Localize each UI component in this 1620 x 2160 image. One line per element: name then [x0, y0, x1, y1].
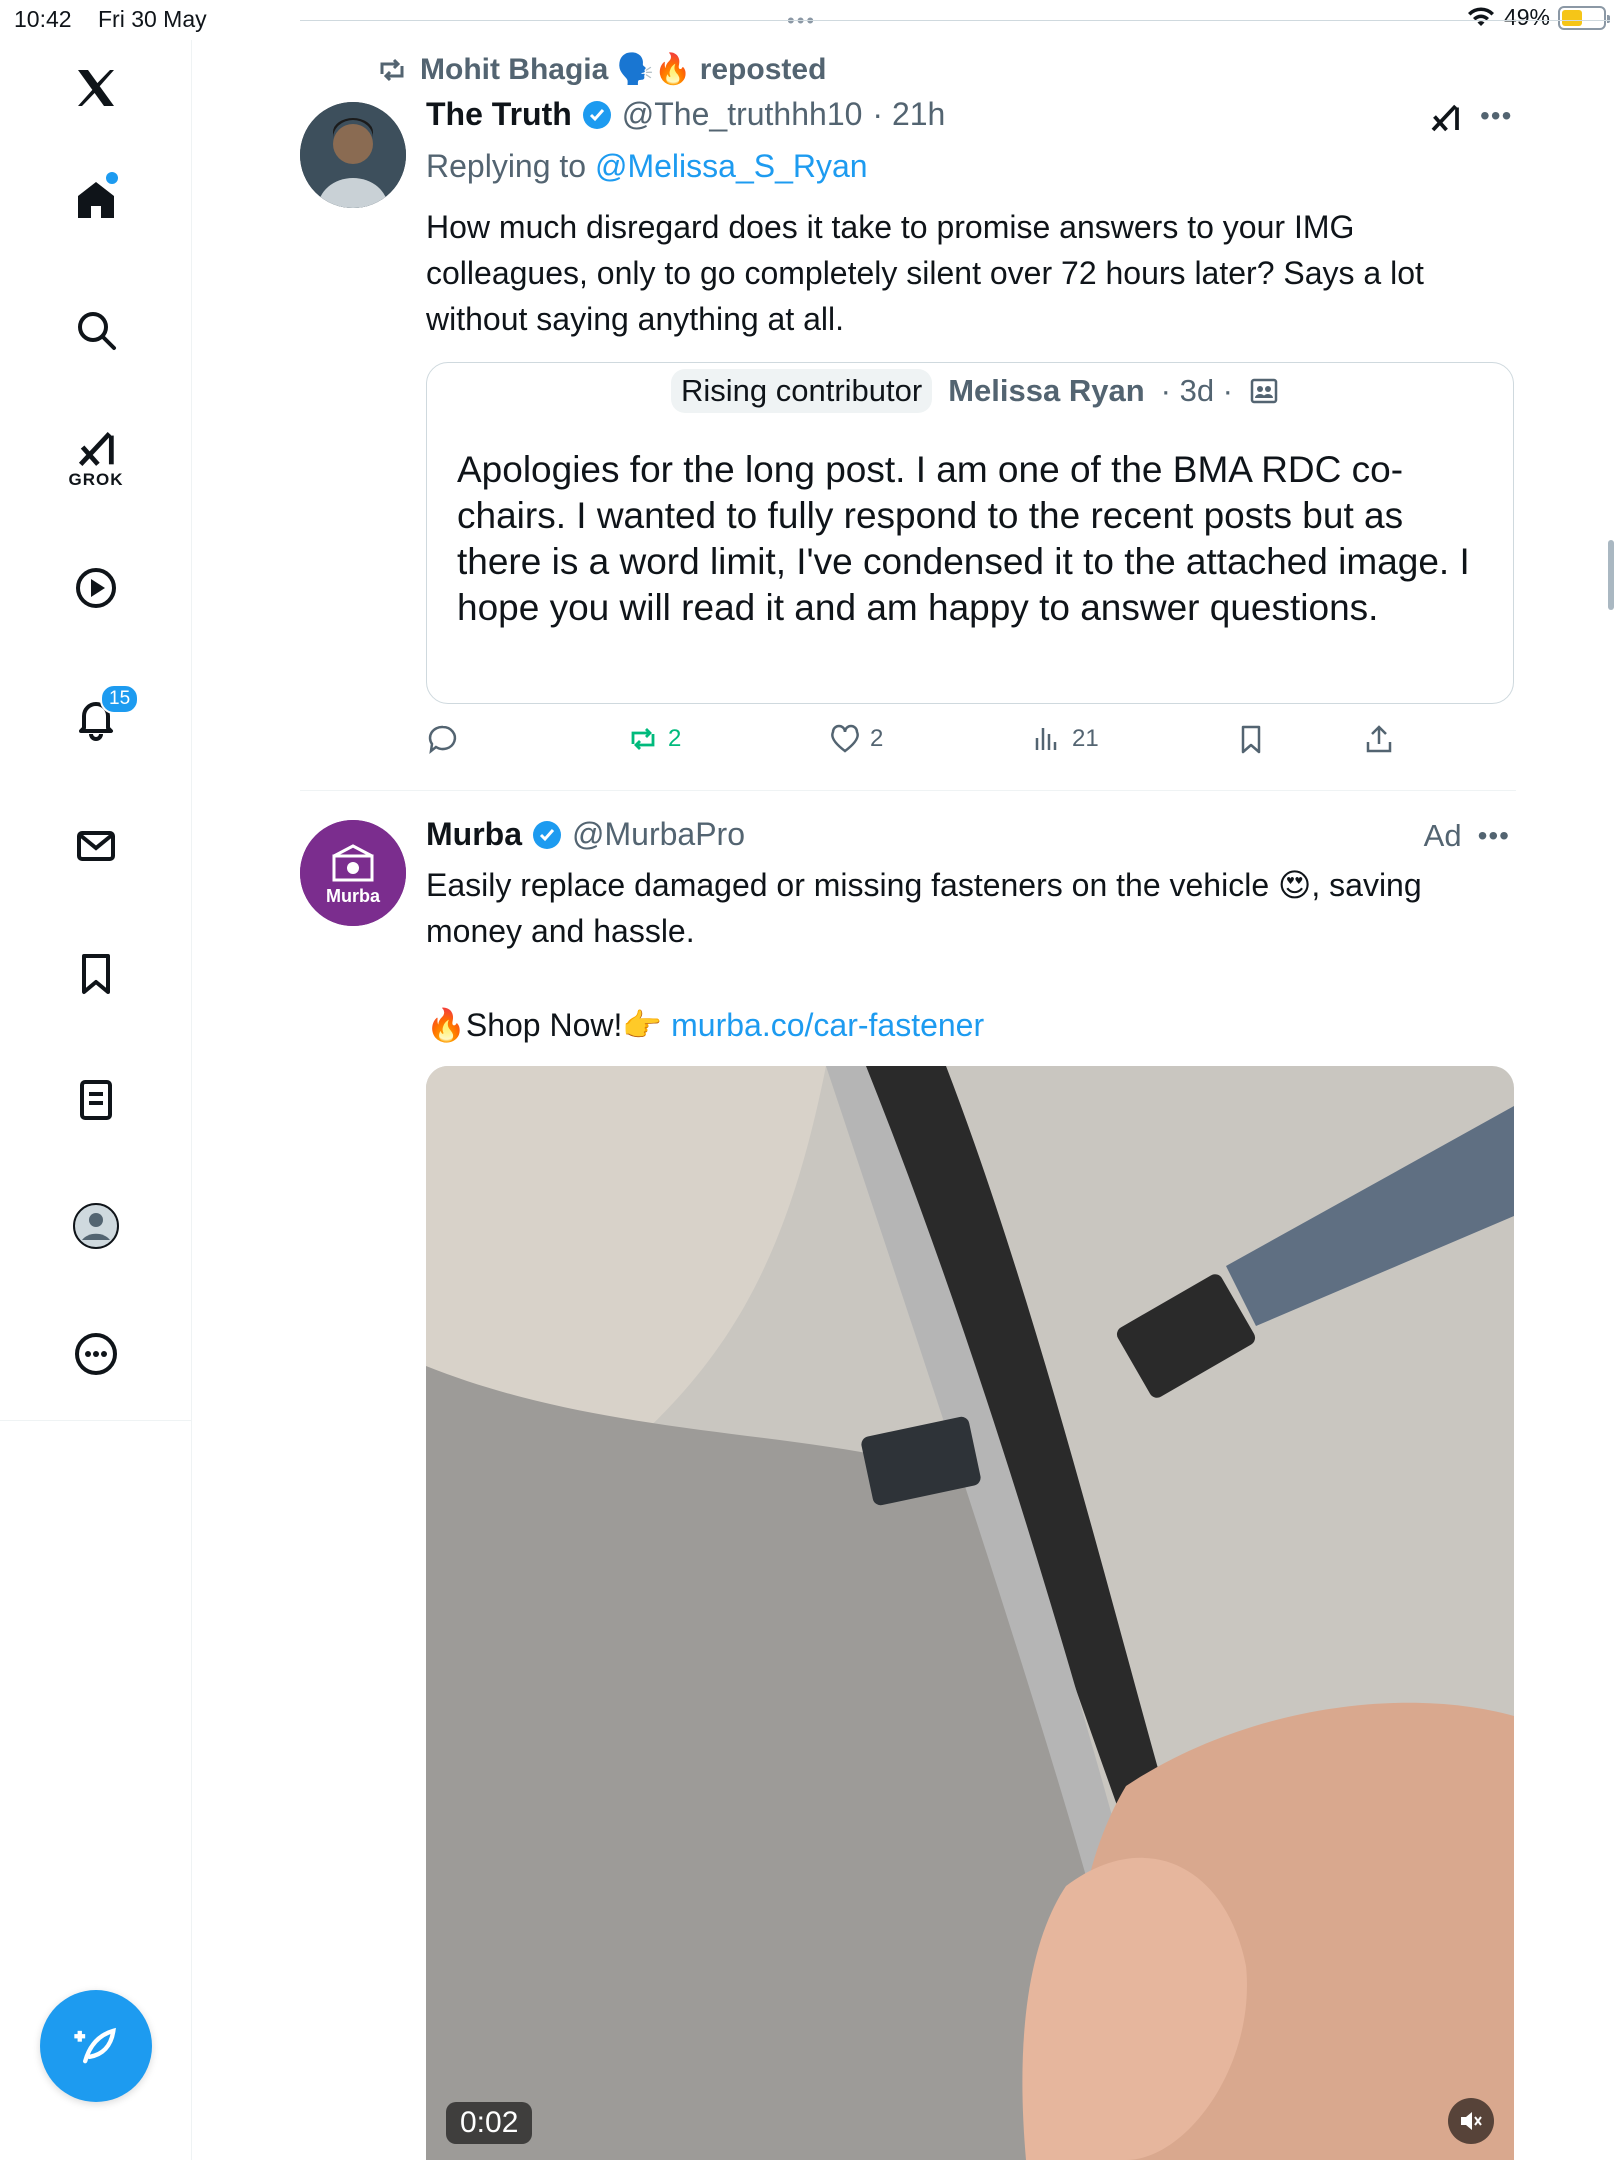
notifications-badge: 15: [100, 684, 140, 714]
bookmark-button[interactable]: [1234, 722, 1268, 756]
like-button[interactable]: 2: [828, 722, 883, 756]
repost-button[interactable]: 2: [626, 722, 681, 756]
views-count: 21: [1072, 725, 1099, 752]
video-timestamp: 0:02: [446, 2102, 533, 2144]
post1-action-bar: 2 2 21: [426, 722, 1426, 762]
murba-avatar-text: Murba: [326, 886, 380, 906]
repost-active-icon: [631, 728, 655, 750]
sidebar: GROK 15: [0, 40, 192, 2160]
grok-nav[interactable]: GROK: [46, 418, 146, 498]
post-separator: [300, 790, 1516, 791]
scrollbar[interactable]: [1608, 540, 1614, 610]
post2-text: Easily replace damaged or missing fasten…: [426, 867, 1422, 949]
profile-nav[interactable]: [46, 1186, 146, 1266]
notifications-nav[interactable]: 15: [46, 678, 146, 758]
battery-fill: [1562, 9, 1582, 26]
post2-author-name[interactable]: Murba: [426, 816, 522, 853]
bookmark-outline-icon: [1241, 725, 1261, 754]
the-truth-avatar[interactable]: [300, 102, 406, 208]
multitask-dots-icon[interactable]: •••: [787, 8, 816, 34]
quoted-post-header: Rising contributor Melissa Ryan · 3d ·: [671, 369, 1279, 413]
post1-more-icon[interactable]: •••: [1480, 100, 1512, 132]
compose-feather-icon: [74, 2027, 116, 2064]
x-logo-icon[interactable]: [46, 48, 146, 128]
community-icon: [1250, 378, 1278, 404]
repost-icon: [380, 58, 404, 81]
rising-contributor-pill: Rising contributor: [671, 369, 933, 413]
repost-count: 2: [668, 725, 682, 752]
status-indicators: 49%: [1466, 4, 1610, 31]
battery-icon: [1558, 5, 1610, 30]
grok-explain-icon[interactable]: [1426, 100, 1464, 141]
quoted-post-card[interactable]: Rising contributor Melissa Ryan · 3d · A…: [426, 362, 1514, 704]
quoted-post-time: · 3d ·: [1160, 373, 1234, 408]
ad-label: Ad: [1423, 818, 1462, 853]
post1-author-handle[interactable]: @The_truthhh10: [622, 96, 863, 133]
search-nav[interactable]: [46, 290, 146, 370]
reply-button[interactable]: [426, 722, 460, 756]
play-icon: [76, 568, 116, 608]
murba-link[interactable]: murba.co/car-fastener: [671, 1007, 984, 1043]
sidebar-divider: [0, 1420, 192, 1421]
quoted-author-name[interactable]: Melissa Ryan: [948, 373, 1144, 409]
profile-icon: [73, 1203, 119, 1249]
video-nav[interactable]: [46, 548, 146, 628]
status-time: 10:42: [14, 6, 72, 32]
messages-nav[interactable]: [46, 806, 146, 886]
feed-top-divider: [300, 20, 1610, 21]
more-nav[interactable]: [46, 1314, 146, 1394]
post1-time[interactable]: · 21h: [872, 96, 945, 133]
post2-author-handle[interactable]: @MurbaPro: [572, 816, 745, 853]
mute-button[interactable]: [1448, 2098, 1494, 2144]
wifi-icon: [1467, 6, 1494, 26]
verified-badge-icon: [582, 100, 611, 129]
post1-text: How much disregard does it take to promi…: [426, 209, 1424, 337]
repost-context[interactable]: Mohit Bhagia 🗣️🔥 reposted: [376, 52, 826, 87]
quoted-post-text: Apologies for the long post. I am one of…: [457, 449, 1470, 628]
grok-label: GROK: [68, 470, 124, 489]
replying-prefix: Replying to: [426, 148, 587, 184]
ad-video[interactable]: 0:02: [426, 1066, 1514, 2160]
post2-more-icon[interactable]: •••: [1478, 820, 1510, 852]
replying-to-line: Replying to @Melissa_S_Ryan: [426, 148, 868, 185]
lists-nav[interactable]: [46, 1060, 146, 1140]
reply-icon: [428, 725, 457, 754]
views-button[interactable]: 21: [1030, 722, 1099, 756]
murba-logo-icon: [300, 820, 406, 926]
share-icon: [1366, 725, 1392, 753]
list-icon: [80, 1080, 112, 1120]
analytics-icon: [1035, 728, 1057, 750]
like-count: 2: [870, 725, 884, 752]
status-date: Fri 30 May: [98, 6, 207, 32]
compose-post-button[interactable]: [40, 1990, 152, 2102]
post1-header: The Truth @The_truthhh10 · 21h: [426, 96, 945, 133]
repost-by-label: Mohit Bhagia 🗣️🔥 reposted: [420, 53, 827, 86]
search-icon: [78, 312, 116, 350]
shop-now-text: 🔥Shop Now!👉: [426, 1007, 663, 1043]
home-nav[interactable]: [46, 160, 146, 240]
grok-icon: [78, 432, 114, 466]
home-unread-dot: [106, 172, 118, 184]
battery-percent: 49%: [1503, 4, 1550, 30]
post2-cta-line: 🔥Shop Now!👉 murba.co/car-fastener: [426, 1002, 1506, 1048]
more-circle-icon: [75, 1333, 117, 1375]
share-button[interactable]: [1362, 722, 1396, 756]
murba-avatar[interactable]: Murba: [300, 820, 406, 926]
bookmarks-nav[interactable]: [46, 934, 146, 1014]
heart-icon: [831, 724, 859, 753]
replying-handle-link[interactable]: @Melissa_S_Ryan: [595, 148, 868, 184]
envelope-icon: [77, 831, 115, 861]
post2-header: Murba @MurbaPro: [426, 816, 745, 853]
ad-meta: Ad •••: [1424, 818, 1510, 854]
verified-badge-icon: [533, 820, 561, 849]
speaker-muted-icon: [1461, 2112, 1482, 2130]
post1-author-name[interactable]: The Truth: [426, 96, 572, 133]
bookmark-icon: [82, 954, 110, 994]
video-frame-image: [426, 1066, 1514, 2160]
